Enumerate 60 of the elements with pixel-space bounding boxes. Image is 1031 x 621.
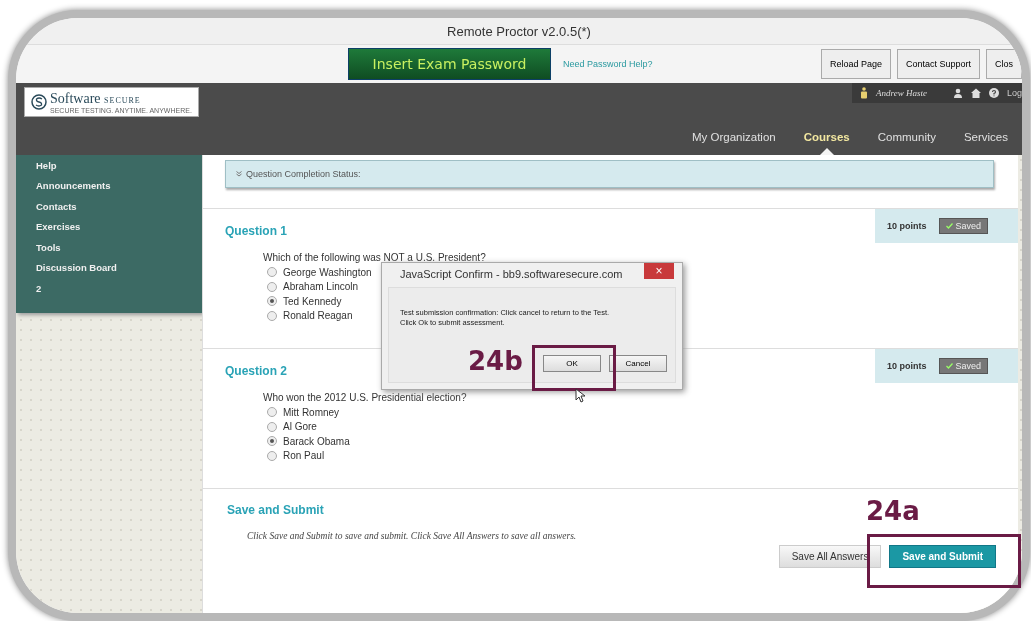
user-name[interactable]: Andrew Haste bbox=[876, 88, 927, 98]
radio-button[interactable] bbox=[267, 296, 277, 307]
radio-button[interactable] bbox=[267, 450, 277, 461]
radio-button[interactable] bbox=[267, 310, 277, 321]
answer-option: Abraham Lincoln bbox=[283, 281, 359, 293]
saved-badge: Saved bbox=[938, 218, 989, 234]
answer-option: Ronald Reagan bbox=[283, 310, 353, 322]
help-icon[interactable] bbox=[988, 88, 999, 98]
toolbar-button[interactable]: Clos bbox=[986, 49, 1022, 79]
toolbar-button[interactable]: Contact Support bbox=[896, 49, 980, 79]
dialog-title: JavaScript Confirm - bb9.softwaresecure.com bbox=[400, 268, 623, 280]
question-text: Who won the 2012 U.S. Presidential election? bbox=[263, 392, 467, 403]
answer-option: Ted Kennedy bbox=[283, 295, 342, 307]
save-button[interactable]: Save All Answers bbox=[778, 545, 882, 568]
insert-password-button[interactable]: Insert Exam Password bbox=[348, 48, 551, 80]
menu-item[interactable]: Discussion Board bbox=[36, 257, 202, 278]
nav-tab[interactable]: My Organization bbox=[691, 127, 776, 155]
cursor-icon bbox=[575, 388, 585, 403]
chevron-icon bbox=[236, 171, 242, 177]
menu-item[interactable]: Tools bbox=[36, 237, 202, 258]
radio-button[interactable] bbox=[267, 281, 277, 292]
menu-item[interactable]: 2 bbox=[36, 278, 202, 299]
radio-button[interactable] bbox=[267, 436, 277, 447]
dialog-button[interactable]: Cancel bbox=[609, 355, 667, 372]
menu-item[interactable]: Contacts bbox=[36, 196, 202, 217]
section-title: Save and Submit bbox=[227, 503, 324, 517]
logout-link[interactable]: Log bbox=[1006, 88, 1022, 98]
menu-item[interactable]: Help bbox=[36, 155, 202, 176]
user-icon[interactable] bbox=[952, 88, 963, 98]
instructions-text: Click Save and Submit to save and submit. Click Save All Answers to save all answers. bbox=[247, 531, 578, 541]
person-icon bbox=[860, 87, 869, 99]
points-label: 10 points bbox=[887, 361, 927, 371]
nav-tab[interactable]: Community bbox=[877, 127, 936, 155]
answer-option: Mitt Romney bbox=[283, 406, 340, 418]
answer-option: George Washington bbox=[283, 266, 372, 278]
completion-status-bar[interactable]: Question Completion Status: bbox=[225, 160, 994, 188]
menu-item[interactable]: Exercises bbox=[36, 216, 202, 237]
question-title: Question 2 bbox=[225, 364, 288, 378]
nav-tab[interactable]: Services bbox=[963, 127, 1008, 155]
question-title: Question 1 bbox=[225, 224, 288, 238]
check-icon bbox=[945, 223, 953, 229]
close-button[interactable]: × bbox=[644, 263, 674, 279]
points-label: 10 points bbox=[887, 221, 927, 231]
status-label: Question Completion Status: bbox=[246, 169, 361, 179]
saved-badge: Saved bbox=[938, 358, 989, 374]
dialog-button[interactable]: OK bbox=[543, 355, 601, 372]
check-icon bbox=[945, 363, 953, 369]
radio-button[interactable] bbox=[267, 421, 277, 432]
step-label: 24a bbox=[866, 496, 920, 526]
toolbar-button[interactable]: Reload Page bbox=[820, 49, 891, 79]
radio-button[interactable] bbox=[267, 267, 277, 278]
home-icon[interactable] bbox=[970, 88, 981, 98]
answer-option: Al Gore bbox=[283, 421, 317, 433]
step-label: 24b bbox=[468, 346, 523, 376]
question-text: Which of the following was NOT a U.S. President? bbox=[263, 252, 486, 263]
answer-option: Barack Obama bbox=[283, 435, 350, 447]
radio-button[interactable] bbox=[267, 407, 277, 418]
menu-item[interactable]: Announcements bbox=[36, 175, 202, 196]
logo-text: Software SECURE bbox=[50, 90, 142, 107]
answer-option: Ron Paul bbox=[283, 450, 325, 462]
